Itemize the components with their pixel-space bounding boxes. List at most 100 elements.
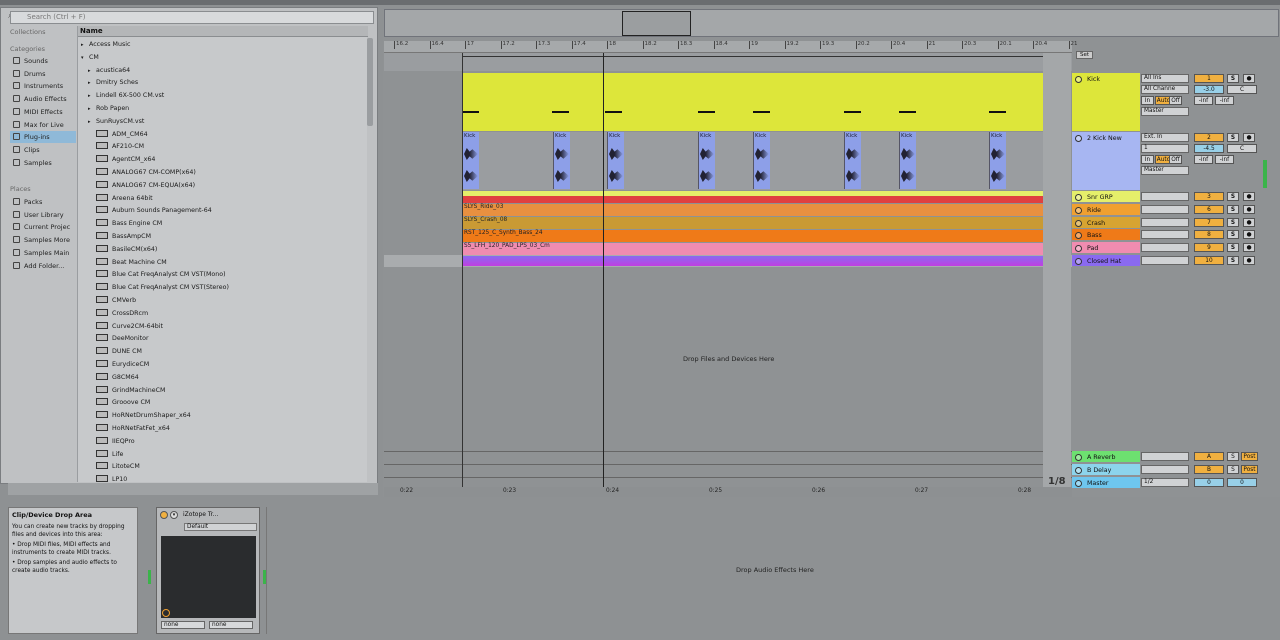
input-type-select[interactable]: Ext. In <box>1141 133 1189 142</box>
crash-clip[interactable]: SLYS_Crash_08 <box>462 217 1044 229</box>
track-activator-icon[interactable] <box>1075 232 1082 239</box>
closed-hat-clip[interactable] <box>462 256 1044 266</box>
track-name[interactable]: Crash <box>1087 219 1105 229</box>
bass-clip[interactable]: RST_125_C_Synth_Bass_24 <box>462 230 1044 242</box>
return-button[interactable]: A <box>1194 452 1224 461</box>
list-item[interactable]: ANALOG67 CM-EQUA(x64) <box>78 180 366 193</box>
return-field[interactable] <box>1141 465 1189 474</box>
sidebar-item-audio-effects[interactable]: Audio Effects <box>10 93 76 105</box>
overview-viewport-box[interactable] <box>622 11 691 36</box>
post-button[interactable]: Post <box>1241 465 1258 474</box>
track-number-button[interactable]: 6 <box>1194 205 1224 214</box>
list-item[interactable]: Areena 64bit <box>78 193 366 206</box>
browser-scrollbar[interactable] <box>367 38 373 126</box>
kick-audio-clip[interactable]: Kick <box>698 132 715 189</box>
track-header-ride[interactable]: Ride <box>1072 204 1140 215</box>
list-item[interactable]: ▾ CM <box>78 52 366 65</box>
list-item[interactable]: ▸ Access Music <box>78 39 366 52</box>
track-number-button[interactable]: 7 <box>1194 218 1224 227</box>
output-select[interactable]: Master <box>1141 107 1189 116</box>
track-number-button[interactable]: 2 <box>1194 133 1224 142</box>
snr-grp-clip[interactable] <box>462 191 1044 203</box>
list-item[interactable]: Life <box>78 449 366 462</box>
monitor-in-button[interactable]: In <box>1141 155 1154 164</box>
solo-button[interactable]: S <box>1227 218 1239 227</box>
track-number-button[interactable]: 10 <box>1194 256 1224 265</box>
solo-button[interactable]: S <box>1227 243 1239 252</box>
track-name[interactable]: A Reverb <box>1087 453 1115 463</box>
track-activator-icon[interactable] <box>1075 258 1082 265</box>
track-activator-icon[interactable] <box>1075 467 1082 474</box>
list-item[interactable]: Curve2CM-64bit <box>78 321 366 334</box>
track-header-kick[interactable]: Kick <box>1072 73 1140 131</box>
arm-button[interactable]: ● <box>1243 133 1255 142</box>
playhead[interactable] <box>603 53 604 487</box>
arm-button[interactable]: ● <box>1243 256 1255 265</box>
chevron-right-icon[interactable]: ▸ <box>81 39 89 52</box>
kick-audio-clip[interactable]: Kick <box>462 132 479 189</box>
sidebar-item-drums[interactable]: Drums <box>10 68 76 80</box>
track-activator-icon[interactable] <box>1075 480 1082 487</box>
list-item[interactable]: DUNE CM <box>78 346 366 359</box>
track-activator-icon[interactable] <box>1075 76 1082 83</box>
place-item-packs[interactable]: Packs <box>10 196 76 208</box>
kick-audio-clip[interactable]: Kick <box>989 132 1006 189</box>
track-field[interactable] <box>1141 205 1189 214</box>
track-field[interactable] <box>1141 192 1189 201</box>
place-item-samples-main[interactable]: Samples Main <box>10 247 76 259</box>
output-dropdown[interactable]: none <box>209 621 253 629</box>
pan-field[interactable]: C <box>1227 85 1257 94</box>
list-item[interactable]: LitoteCM <box>78 461 366 474</box>
list-item[interactable]: AF210-CM <box>78 141 366 154</box>
solo-button[interactable]: S <box>1227 256 1239 265</box>
volume-field[interactable]: -3.0 <box>1194 85 1224 94</box>
kick-midi-clip[interactable] <box>462 73 1044 131</box>
track-number-button[interactable]: 8 <box>1194 230 1224 239</box>
plugin-display[interactable] <box>161 536 256 618</box>
arm-button[interactable]: ● <box>1243 230 1255 239</box>
solo-button[interactable]: S <box>1227 205 1239 214</box>
list-item[interactable]: EurydiceCM <box>78 359 366 372</box>
chevron-right-icon[interactable]: ▸ <box>88 116 96 129</box>
track-field[interactable] <box>1141 230 1189 239</box>
plugin-knob-icon[interactable] <box>162 609 170 617</box>
device-power-icon[interactable] <box>160 511 168 519</box>
place-item-user-library[interactable]: User Library <box>10 209 76 221</box>
list-item[interactable]: ▸ Rob Papen <box>78 103 366 116</box>
track-field[interactable] <box>1141 256 1189 265</box>
list-item[interactable]: Beat Machine CM <box>78 257 366 270</box>
post-button[interactable]: Post <box>1241 452 1258 461</box>
track-field[interactable] <box>1141 218 1189 227</box>
track-number-button[interactable]: 3 <box>1194 192 1224 201</box>
list-item[interactable]: Blue Cat FreqAnalyst CM VST(Stereo) <box>78 282 366 295</box>
monitor-in-button[interactable]: In <box>1141 96 1154 105</box>
sidebar-item-clips[interactable]: Clips <box>10 144 76 156</box>
solo-button[interactable]: S <box>1227 133 1239 142</box>
kick-audio-clip[interactable]: Kick <box>899 132 916 189</box>
list-item[interactable]: ANALOG67 CM-COMP(x64) <box>78 167 366 180</box>
list-item[interactable]: IIEQPro <box>78 436 366 449</box>
track-lanes[interactable]: Kick Kick Kick Kick Kick Kick Kick Kick SLYS_Rid… <box>384 71 1072 487</box>
chevron-right-icon[interactable]: ▸ <box>88 77 96 90</box>
list-item[interactable]: CMVerb <box>78 295 366 308</box>
list-item[interactable]: Grooove CM <box>78 397 366 410</box>
kick-audio-clip[interactable]: Kick <box>553 132 570 189</box>
arrangement-overview[interactable] <box>384 9 1279 37</box>
sidebar-item-instruments[interactable]: Instruments <box>10 80 76 92</box>
device-fold-icon[interactable]: ▾ <box>170 511 178 519</box>
set-button[interactable]: Set <box>1076 51 1093 59</box>
input-channel-select[interactable]: All Channe <box>1141 85 1189 94</box>
track-header-bass[interactable]: Bass <box>1072 229 1140 240</box>
return-header-a-reverb[interactable]: A Reverb <box>1072 451 1140 462</box>
track-field[interactable] <box>1141 243 1189 252</box>
track-name[interactable]: Snr GRP <box>1087 193 1113 203</box>
track-number-button[interactable]: 9 <box>1194 243 1224 252</box>
kick-audio-clip[interactable]: Kick <box>844 132 861 189</box>
place-item-current-projec[interactable]: Current Projec <box>10 221 76 233</box>
list-item[interactable]: ADM_CM64 <box>78 129 366 142</box>
place-item-add-folder-[interactable]: Add Folder... <box>10 260 76 272</box>
kick-audio-clip[interactable]: Kick <box>607 132 624 189</box>
track-name[interactable]: Kick <box>1087 75 1100 85</box>
pad-clip[interactable]: S5_LFH_120_PAD_LPS_03_Cm <box>462 243 1044 255</box>
track-header-2-kick-new[interactable]: 2 Kick New <box>1072 132 1140 190</box>
